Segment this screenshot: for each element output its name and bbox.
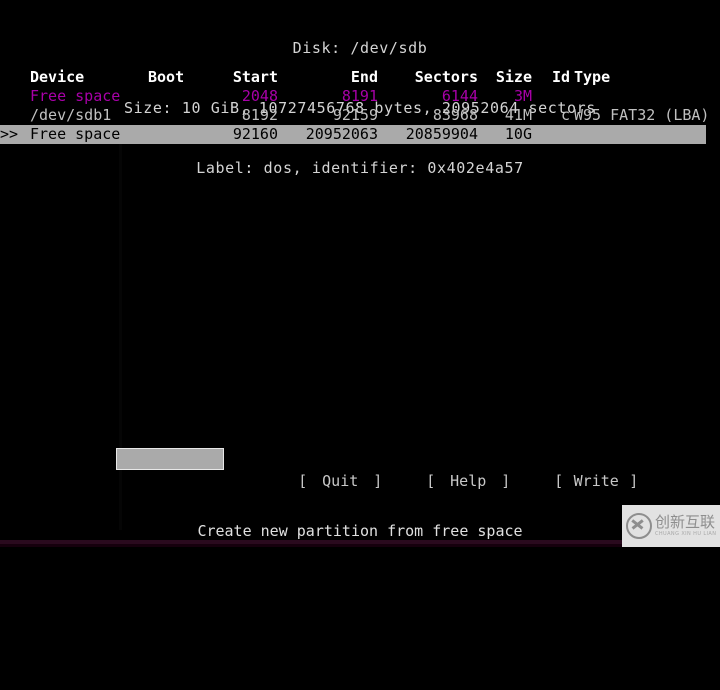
row-end: 8191 (341, 87, 378, 105)
row-selection-marker: >> (0, 125, 19, 143)
table-header-row: Device Boot Start End Sectors Size Id Ty… (0, 68, 720, 87)
write-button-label: Write (573, 472, 619, 490)
table-row-selected[interactable]: >> Free space 92160 20952063 20859904 10… (0, 125, 706, 144)
row-start: 92160 (232, 125, 278, 143)
column-header-type: Type (574, 68, 611, 86)
row-type: W95 FAT32 (LBA) (574, 106, 710, 124)
column-header-id: Id (551, 68, 570, 86)
bracket-close: ] (629, 472, 639, 490)
column-header-device: Device (30, 68, 85, 86)
column-header-boot: Boot (148, 68, 185, 86)
status-hint-line: Create new partition from free space (197, 522, 523, 540)
row-size: 10G (504, 125, 532, 143)
disk-device-line: Disk: /dev/sdb (292, 39, 428, 57)
row-id: c (560, 106, 570, 124)
new-button[interactable]: [New] (116, 448, 255, 491)
watermark-en-text: CHUANG XIN HU LIAN (655, 531, 717, 537)
menu-button-bar: [New] [Quit] [Help] [Write] (0, 448, 720, 491)
row-size: 3M (513, 87, 532, 105)
new-button-label: New (199, 473, 227, 491)
terminal-screen: Disk: /dev/sdb Size: 10 GiB, 10727456768… (0, 0, 720, 547)
row-sectors: 6144 (441, 87, 478, 105)
bracket-open: [ (171, 473, 181, 491)
column-header-end: End (350, 68, 378, 86)
row-sectors: 83968 (432, 106, 478, 124)
column-header-sectors: Sectors (414, 68, 478, 86)
help-button-label: Help (450, 472, 487, 490)
circle-x-logo-icon (626, 513, 652, 539)
bracket-open: [ (554, 472, 564, 490)
disk-label-line: Label: dos, identifier: 0x402e4a57 (196, 159, 524, 177)
column-header-size: Size (495, 68, 532, 86)
watermark-text: 创新互联 CHUANG XIN HU LIAN (655, 515, 716, 537)
bracket-open: [ (426, 472, 436, 490)
bracket-open: [ (298, 472, 308, 490)
watermark: 创新互联 CHUANG XIN HU LIAN (622, 505, 720, 547)
row-sectors: 20859904 (405, 125, 478, 143)
watermark-cn-text: 创新互联 (655, 513, 716, 531)
write-button[interactable]: [ Write] (500, 448, 638, 490)
column-header-start: Start (232, 68, 278, 86)
help-button[interactable]: [Help] (372, 448, 510, 490)
quit-button-label: Quit (322, 472, 359, 490)
table-row[interactable]: /dev/sdb1 8192 92159 83968 41M c W95 FAT… (0, 106, 720, 125)
row-start: 8192 (241, 106, 278, 124)
row-end: 92159 (332, 106, 378, 124)
row-device: /dev/sdb1 (30, 106, 112, 124)
table-row[interactable]: Free space 2048 8191 6144 3M (0, 87, 720, 106)
row-size: 41M (504, 106, 532, 124)
quit-button[interactable]: [Quit] (244, 448, 382, 490)
row-device: Free space (30, 87, 121, 105)
row-end: 20952063 (305, 125, 378, 143)
row-device: Free space (30, 125, 121, 143)
row-start: 2048 (241, 87, 278, 105)
partition-table: Device Boot Start End Sectors Size Id Ty… (0, 68, 720, 144)
